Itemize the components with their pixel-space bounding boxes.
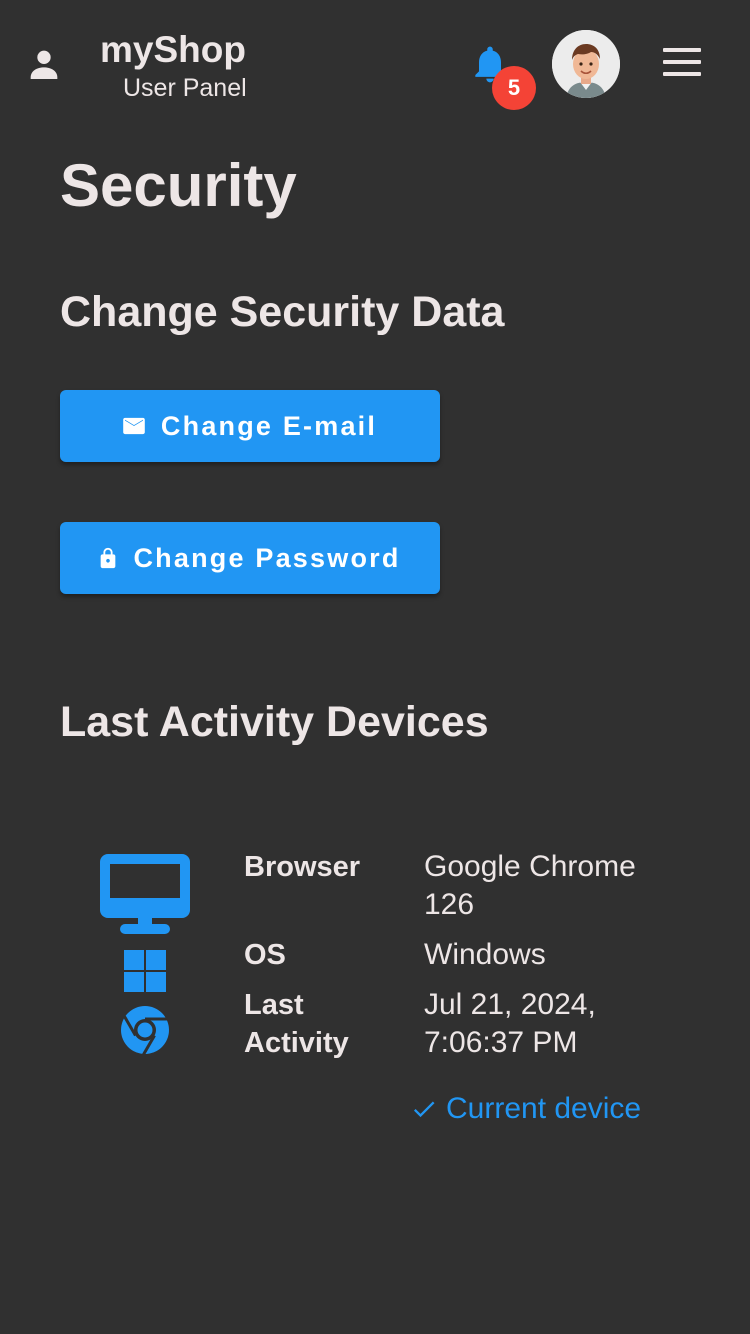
device-details: Browser Google Chrome 126 OS Windows Las… (244, 848, 664, 1062)
menu-line (663, 60, 701, 64)
change-password-button[interactable]: Change Password (60, 522, 440, 594)
activity-row: Last Activity Jul 21, 2024, 7:06:37 PM (244, 986, 664, 1062)
windows-icon (124, 950, 166, 992)
current-device-indicator: Current device (408, 1090, 641, 1128)
avatar-image (552, 30, 620, 98)
activity-value: Jul 21, 2024, 7:06:37 PM (424, 988, 596, 1059)
change-email-label: Change E-mail (160, 410, 378, 441)
user-icon[interactable] (24, 44, 64, 84)
page-title: Security (60, 152, 297, 219)
envelope-icon (123, 417, 145, 435)
menu-line (663, 72, 701, 76)
current-device-label: Current device (446, 1092, 642, 1125)
chrome-icon (121, 1006, 169, 1056)
lock-icon (101, 547, 116, 569)
avatar[interactable] (552, 30, 620, 98)
security-page: myShop User Panel 5 Security Change Secu… (0, 0, 750, 1334)
browser-label: Browser (244, 851, 361, 883)
browser-row: Browser Google Chrome 126 (244, 848, 664, 924)
notification-badge: 5 (492, 66, 536, 110)
os-label: OS (244, 939, 286, 971)
change-password-label: Change Password (133, 542, 401, 573)
os-row: OS Windows (244, 936, 664, 974)
activity-label: Last Activity (244, 989, 349, 1059)
devices-section-heading: Last Activity Devices (60, 698, 489, 746)
app-title: myShop (100, 29, 246, 70)
app-header: myShop User Panel 5 (0, 0, 750, 130)
check-icon (413, 1101, 435, 1118)
security-section-heading: Change Security Data (60, 288, 505, 336)
desktop-icon (100, 854, 190, 934)
browser-value: Google Chrome 126 (424, 850, 636, 921)
os-value: Windows (424, 938, 546, 971)
menu-line (663, 48, 701, 52)
app-subtitle: User Panel (123, 74, 247, 102)
brand: myShop User Panel (100, 28, 247, 104)
device-icons (98, 852, 192, 1056)
hamburger-menu-icon[interactable] (660, 48, 704, 82)
change-email-button[interactable]: Change E-mail (60, 390, 440, 462)
